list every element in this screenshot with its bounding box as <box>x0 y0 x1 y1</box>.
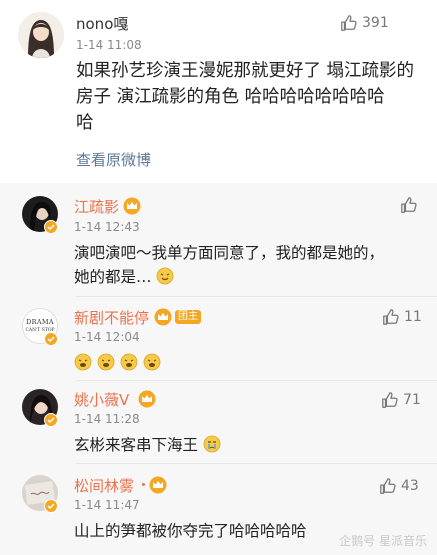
commenter-name[interactable]: 新剧不能停 <box>74 307 149 328</box>
commenter-name[interactable]: 松间林雾 <box>74 475 134 496</box>
member-crown-icon <box>123 197 141 215</box>
member-crown-icon <box>149 476 167 494</box>
thumbs-up-icon <box>400 196 418 214</box>
comment-like-button[interactable] <box>400 196 422 214</box>
comment-timestamp: 1-14 12:04 <box>74 330 140 344</box>
comment-like-count: 43 <box>401 478 419 494</box>
weibo-post: nono嘎 1-14 11:08 391 如果孙艺珍演王漫妮那就更好了 塌江疏影… <box>0 0 437 183</box>
verified-badge-icon <box>44 331 58 346</box>
comment-like-count: 11 <box>404 309 422 325</box>
laugh-emoji-icon <box>97 353 115 371</box>
comment-divider <box>76 296 437 297</box>
comment-like-button[interactable]: 11 <box>382 308 422 326</box>
post-timestamp: 1-14 11:08 <box>76 38 142 52</box>
member-crown-icon <box>138 390 156 408</box>
thumbs-up-icon <box>379 477 397 495</box>
separator-dot <box>142 483 145 486</box>
verified-badge-icon <box>44 498 58 513</box>
comment-timestamp: 1-14 11:28 <box>74 412 140 426</box>
comment-like-button[interactable]: 71 <box>381 391 421 409</box>
avatar-caption: DRAMA <box>26 318 54 326</box>
laugh-emoji-icon <box>74 353 92 371</box>
post-avatar[interactable] <box>18 12 64 58</box>
laugh-emoji-icon <box>120 353 138 371</box>
thumbs-up-icon <box>381 391 399 409</box>
comment-timestamp: 1-14 12:43 <box>74 220 140 234</box>
comment-like-button[interactable]: 43 <box>379 477 419 495</box>
comment-like-count: 71 <box>403 392 421 408</box>
commenter-name[interactable]: 姚小薇V <box>74 389 129 410</box>
thumbs-up-icon <box>340 14 358 32</box>
comment-text: 玄彬来客串下海王 <box>74 436 199 454</box>
verified-badge-icon <box>44 219 58 234</box>
view-original-weibo-link[interactable]: 查看原微博 <box>76 149 151 170</box>
laugh-emoji-icon <box>143 353 161 371</box>
comment-text-line: 玄彬来客串下海王 <box>74 433 221 455</box>
post-like-count: 391 <box>362 15 389 31</box>
post-body: 如果孙艺珍演王漫妮那就更好了 塌江疏影的 房子 演江疏影的角色 哈哈哈哈哈哈哈哈… <box>76 58 414 136</box>
post-text-line: 房子 演江疏影的角色 哈哈哈哈哈哈哈哈 <box>76 87 385 107</box>
comment-divider <box>76 380 437 381</box>
post-like-button[interactable]: 391 <box>340 14 389 32</box>
group-owner-badge: 团主 <box>175 310 201 324</box>
comment-emoji-row <box>74 353 161 372</box>
post-text-line: 哈 <box>76 113 94 133</box>
comment-text-line: 她的都是… <box>74 265 174 287</box>
cry-emoji-icon <box>203 435 221 453</box>
comment-divider <box>76 463 437 464</box>
source-watermark: 企鹅号 星派音乐 <box>339 534 427 548</box>
comment-list: 江疏影 1-14 12:43 演吧演吧～我单方面同意了，我的都是她的， 她的都是… <box>0 183 437 555</box>
verified-badge-icon <box>44 412 58 427</box>
comment-timestamp: 1-14 11:47 <box>74 498 140 512</box>
post-text-line: 如果孙艺珍演王漫妮那就更好了 塌江疏影的 <box>76 61 415 81</box>
comment-text-line: 演吧演吧～我单方面同意了，我的都是她的， <box>74 244 385 262</box>
grin-emoji-icon <box>156 267 174 285</box>
commenter-name[interactable]: 江疏影 <box>74 196 119 217</box>
comment-text: 她的都是… <box>74 268 152 286</box>
comment-text-line: 山上的笋都被你夺完了哈哈哈哈哈 <box>74 522 307 540</box>
post-username[interactable]: nono嘎 <box>76 13 128 34</box>
thumbs-up-icon <box>382 308 400 326</box>
member-crown-icon <box>154 308 172 326</box>
